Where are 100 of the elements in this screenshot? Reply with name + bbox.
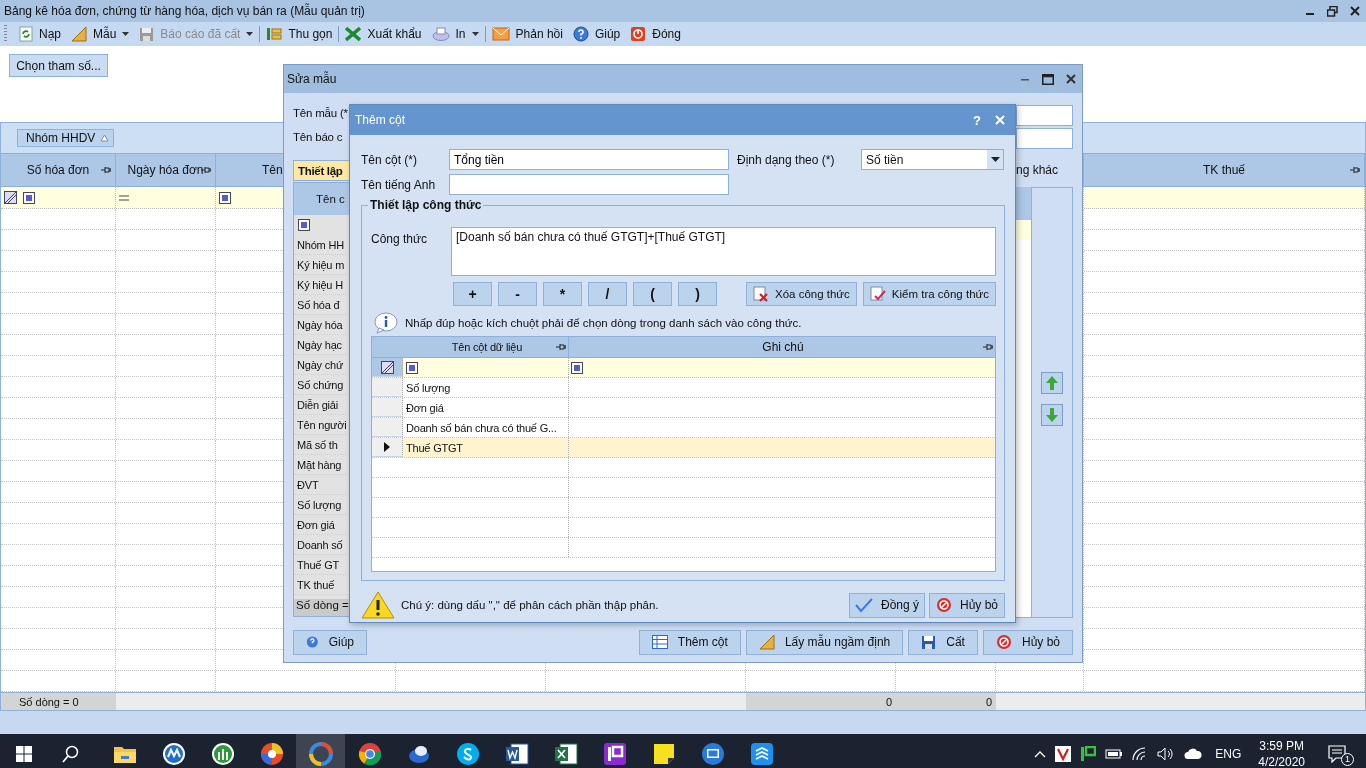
table-cell: Thuế GTGT xyxy=(406,441,463,454)
template-name-field[interactable] xyxy=(1016,105,1073,126)
report-name-field[interactable] xyxy=(1016,128,1073,149)
column-header[interactable]: Ngày hóa đơn xyxy=(116,154,216,186)
operator-button[interactable]: / xyxy=(588,282,627,306)
format-dropdown[interactable]: Số tiền xyxy=(861,149,1004,170)
app-icon[interactable] xyxy=(749,742,774,766)
volume-icon[interactable] xyxy=(1157,747,1176,761)
battery-icon[interactable] xyxy=(1105,748,1124,760)
toolbar-button[interactable]: Nạp xyxy=(15,23,65,45)
document-app-icon[interactable] xyxy=(504,742,529,766)
chevron-up-icon[interactable] xyxy=(1034,750,1047,758)
app-icon[interactable] xyxy=(161,742,186,766)
envelope-icon xyxy=(491,27,510,41)
dialog-button[interactable]: Hủy bỏ xyxy=(929,592,1005,618)
checkmark-icon xyxy=(855,597,873,613)
column-header[interactable]: Tên c xyxy=(294,183,350,215)
windows-start-icon[interactable] xyxy=(16,746,32,762)
field-label: Tên tiếng Anh xyxy=(361,177,437,192)
filter-edit-icon[interactable] xyxy=(380,360,394,374)
equals-icon[interactable] xyxy=(119,194,129,201)
operator-button[interactable]: - xyxy=(498,282,537,306)
toolbar-button[interactable]: Giúp xyxy=(568,23,625,45)
toolbar-button[interactable]: Mẫu xyxy=(67,23,134,45)
folder-icon[interactable] xyxy=(112,744,137,764)
clock[interactable]: 3:59 PM 4/2/2020 xyxy=(1258,738,1305,768)
pin-icon[interactable] xyxy=(1350,166,1360,174)
sticky-note-icon[interactable] xyxy=(652,743,675,765)
dialog-button[interactable]: Lấy mẫu ngầm định xyxy=(745,629,904,655)
field-label: Tên cột (*) xyxy=(361,152,418,167)
dialog-button[interactable]: Thêm cột xyxy=(638,629,741,655)
operator-button[interactable]: * xyxy=(543,282,582,306)
toolbar-button[interactable]: Thu gọn xyxy=(262,23,337,45)
app-icon[interactable] xyxy=(602,742,627,766)
operator-button[interactable]: ) xyxy=(678,282,717,306)
toolbar-button[interactable]: Phản hồi xyxy=(487,23,567,45)
notification-count: 1 xyxy=(1341,753,1354,766)
dialog-button[interactable]: Cất xyxy=(908,629,978,655)
search-icon[interactable] xyxy=(62,745,80,763)
dialog-button[interactable]: Đồng ý xyxy=(849,592,925,618)
language-indicator[interactable]: ENG xyxy=(1215,747,1242,761)
choose-parameters-button[interactable]: Chọn tham số... xyxy=(9,54,108,77)
column-header[interactable]: TK thuế xyxy=(1084,154,1365,186)
remote-desktop-icon[interactable] xyxy=(700,742,725,766)
filter-operator-icon[interactable] xyxy=(406,361,418,374)
collapse-icon xyxy=(266,26,283,42)
operator-button[interactable]: ( xyxy=(633,282,672,306)
group-chip[interactable]: Nhóm HHDV xyxy=(17,129,115,147)
table-row[interactable]: Đơn giá xyxy=(372,398,995,418)
english-name-field[interactable] xyxy=(449,174,729,195)
power-icon xyxy=(630,26,647,42)
table-row[interactable]: Số lượng xyxy=(372,378,995,398)
maximize-icon[interactable] xyxy=(1042,73,1054,85)
column-header[interactable]: Ghi chú xyxy=(569,337,995,357)
spreadsheet-app-icon[interactable] xyxy=(553,742,578,766)
pin-icon[interactable] xyxy=(983,343,993,351)
ruler-icon xyxy=(71,26,87,42)
table-cell: Số lượng xyxy=(406,381,451,394)
app-icon[interactable] xyxy=(210,742,235,766)
dialog-button[interactable]: Giúp xyxy=(293,629,367,655)
pin-icon[interactable] xyxy=(556,343,566,351)
filter-operator-icon[interactable] xyxy=(219,191,231,204)
app-icon[interactable] xyxy=(1055,746,1072,762)
caret-icon xyxy=(990,157,1000,162)
toolbar-button[interactable]: In xyxy=(427,23,483,45)
check-document-icon xyxy=(869,286,886,302)
close-icon[interactable] xyxy=(1066,74,1076,84)
field-label: Tên báo c xyxy=(293,131,344,145)
column-label: ng khác xyxy=(1016,162,1060,179)
formula-action-button[interactable]: Kiểm tra công thức xyxy=(862,282,996,306)
field-label: Công thức xyxy=(371,231,429,248)
chat-app-icon[interactable] xyxy=(455,742,480,766)
formula-action-button[interactable]: Xóa công thức xyxy=(745,282,857,306)
filter-edit-icon[interactable] xyxy=(4,191,17,204)
table-row[interactable]: Thuế GTGT xyxy=(372,438,995,458)
restore-icon[interactable] xyxy=(1327,5,1338,17)
toolbar-button[interactable]: Xuất khẩu xyxy=(341,23,426,45)
filter-operator-icon[interactable] xyxy=(298,219,310,231)
toolbar-button[interactable]: Đóng xyxy=(626,23,685,45)
notification-icon[interactable] xyxy=(1328,745,1348,763)
column-header[interactable]: Tên cột dữ liệu xyxy=(403,337,569,357)
close-icon[interactable] xyxy=(1350,6,1360,16)
ruler-icon xyxy=(758,634,775,650)
window-title: Bảng kê hóa đơn, chứng từ hàng hóa, dịch vụ bán ra (Mẫu quản trị) xyxy=(4,4,366,18)
formula-field[interactable]: [Doanh số bán chưa có thuế GTGT]+[Thuế GTGT] xyxy=(451,227,996,276)
app-icon[interactable] xyxy=(259,742,284,766)
app-icon[interactable] xyxy=(1080,746,1097,762)
dialog-button[interactable]: Hủy bỏ xyxy=(982,629,1073,655)
pin-icon[interactable] xyxy=(101,166,111,174)
pin-icon[interactable] xyxy=(201,166,211,174)
dialog-title: Thêm cột xyxy=(355,113,406,127)
filter-operator-icon[interactable] xyxy=(23,191,35,204)
operator-button[interactable]: + xyxy=(453,282,492,306)
column-name-field[interactable]: Tổng tiền xyxy=(449,149,729,170)
total-value: 0 xyxy=(746,693,896,710)
cloud-icon[interactable] xyxy=(1184,748,1203,760)
column-header[interactable]: Số hóa đơn xyxy=(1,154,116,186)
row-count: Số dòng = 0 xyxy=(1,693,116,710)
browser-icon[interactable] xyxy=(357,742,382,766)
filter-operator-icon[interactable] xyxy=(571,361,583,374)
